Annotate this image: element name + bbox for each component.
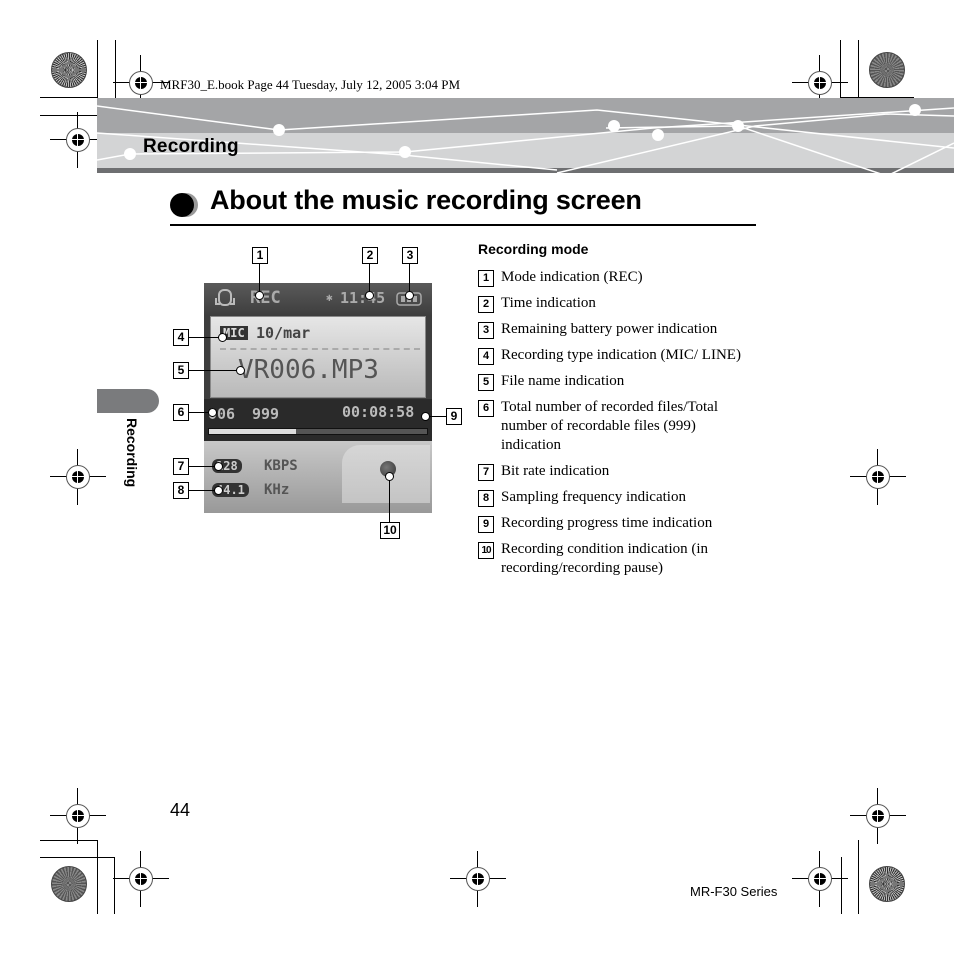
list-item: 1 Mode indication (REC): [478, 268, 778, 287]
callout-pointer: [236, 366, 245, 375]
file-max-indicator: 999: [252, 405, 280, 423]
legend-number: 9: [478, 516, 494, 533]
crop-line: [40, 97, 98, 98]
callout-1: 1: [252, 247, 268, 264]
recording-progress-bar: [208, 428, 428, 435]
callout-pointer: [405, 291, 414, 300]
list-item: 3 Remaining battery power indication: [478, 320, 778, 339]
callout-leader: [189, 466, 217, 467]
list-item: 7 Bit rate indication: [478, 462, 778, 481]
bitrate-unit: KBPS: [264, 458, 298, 474]
callout-pointer: [385, 472, 394, 481]
legend-text: Time indication: [501, 295, 596, 311]
page-title: About the music recording screen: [210, 185, 642, 215]
legend-number: 10: [478, 542, 494, 559]
callout-pointer: [218, 333, 227, 342]
time-indicator: 11:45: [340, 289, 386, 307]
callout-leader: [409, 263, 410, 293]
starburst-icon: [51, 866, 87, 902]
callout-pointer: [365, 291, 374, 300]
callout-3: 3: [402, 247, 418, 264]
list-item: 5 File name indication: [478, 372, 778, 391]
legend-number: 3: [478, 322, 494, 339]
callout-leader: [189, 370, 239, 371]
callout-pointer: [208, 408, 217, 417]
legend-heading: Recording mode: [478, 241, 589, 257]
crop-line: [858, 840, 859, 914]
callout-5: 5: [173, 362, 189, 379]
starburst-icon: [869, 866, 905, 902]
list-item: 10 Recording condition indication (in rec…: [478, 540, 778, 578]
mode-indicator: REC: [250, 288, 281, 308]
legend-number: 7: [478, 464, 494, 481]
legend-text: Bit rate indication: [501, 463, 610, 479]
legend-number: 6: [478, 400, 494, 417]
date-indicator: 10/mar: [256, 324, 311, 342]
progress-fill: [209, 429, 297, 434]
elapsed-time-indicator: 00:08:58: [342, 403, 415, 421]
callout-2: 2: [362, 247, 378, 264]
legend-text: Mode indication (REC): [501, 269, 643, 285]
crop-line: [40, 857, 115, 858]
legend-text: Remaining battery power indication: [501, 321, 718, 337]
callout-10: 10: [380, 522, 400, 539]
registration-mark-icon: [850, 449, 906, 505]
series-label: MR-F30 Series: [690, 884, 778, 899]
list-item: 6 Total number of recorded files/Total nu…: [478, 398, 778, 455]
legend-number: 2: [478, 296, 494, 313]
callout-leader: [189, 337, 221, 338]
legend-number: 8: [478, 490, 494, 507]
legend-text: Recording progress time indication: [501, 515, 713, 531]
page-number: 44: [170, 800, 191, 820]
lcd-divider: [220, 348, 420, 350]
callout-9: 9: [446, 408, 462, 425]
callout-7: 7: [173, 458, 189, 475]
callout-pointer: [255, 291, 264, 300]
legend-number: 5: [478, 374, 494, 391]
legend-number: 1: [478, 270, 494, 287]
chapter-tab: [97, 389, 159, 413]
callout-leader: [389, 478, 390, 522]
legend-text: Recording type indication (MIC/ LINE): [501, 347, 741, 363]
clock-icon: ✱: [326, 291, 333, 304]
book-header: MRF30_E.book Page 44 Tuesday, July 12, 2…: [160, 77, 460, 92]
registration-mark-icon: [792, 851, 848, 907]
recording-screen-illustration: REC ✱ 11:45 MIC 10/mar VR006.MP3 006 999…: [204, 283, 432, 513]
registration-mark-icon: [50, 449, 106, 505]
bullet-circle-icon: [170, 193, 198, 217]
callout-leader: [369, 263, 370, 293]
callout-leader: [189, 490, 217, 491]
callout-6: 6: [173, 404, 189, 421]
callout-4: 4: [173, 329, 189, 346]
list-item: 9 Recording progress time indication: [478, 514, 778, 533]
list-item: 8 Sampling frequency indication: [478, 488, 778, 507]
chapter-tab-label: Recording: [124, 418, 140, 488]
list-item: 2 Time indication: [478, 294, 778, 313]
crop-line: [97, 40, 98, 98]
sampling-unit: KHz: [264, 482, 290, 498]
section-title: Recording: [143, 136, 239, 157]
legend-list: 1 Mode indication (REC) 2 Time indication …: [478, 268, 778, 585]
legend-text: Sampling frequency indication: [501, 489, 686, 505]
registration-mark-icon: [113, 851, 169, 907]
legend-text: Total number of recorded files/Total num…: [501, 399, 718, 453]
registration-mark-icon: [850, 788, 906, 844]
filename-indicator: VR006.MP3: [238, 355, 379, 385]
title-rule: [170, 224, 756, 226]
starburst-icon: [869, 52, 905, 88]
callout-leader: [259, 263, 260, 293]
callout-pointer: [214, 462, 223, 471]
legend-text: File name indication: [501, 373, 625, 389]
crop-line: [97, 840, 98, 914]
registration-mark-icon: [450, 851, 506, 907]
microphone-mode-icon: [215, 289, 235, 306]
legend-text: Recording condition indication (in recor…: [501, 541, 709, 576]
starburst-icon: [51, 52, 87, 88]
list-item: 4 Recording type indication (MIC/ LINE): [478, 346, 778, 365]
callout-8: 8: [173, 482, 189, 499]
callout-pointer: [214, 486, 223, 495]
registration-mark-icon: [50, 788, 106, 844]
callout-pointer: [421, 412, 430, 421]
legend-number: 4: [478, 348, 494, 365]
